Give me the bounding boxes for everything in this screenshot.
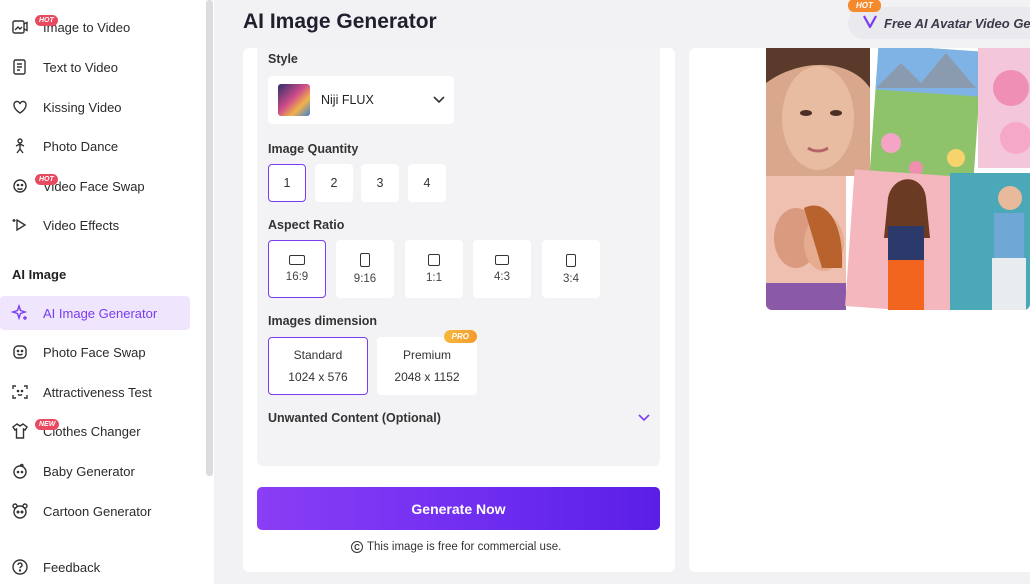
sidebar-item-label: Feedback xyxy=(43,559,101,575)
landscape-ratio-icon xyxy=(495,255,509,265)
style-value: Niji FLUX xyxy=(321,93,374,107)
sidebar-item-label: Kissing Video xyxy=(43,99,122,115)
portrait-ratio-icon xyxy=(360,253,370,267)
sidebar-item-video-effects[interactable]: Video Effects xyxy=(0,208,190,242)
image-video-icon: HOT xyxy=(10,15,58,37)
pro-badge: PRO xyxy=(443,330,477,343)
aspect-option-label: 9:16 xyxy=(353,273,377,285)
quantity-option-3[interactable]: 3 xyxy=(361,164,399,202)
portrait-ratio-icon xyxy=(566,253,576,267)
page-title: AI Image Generator xyxy=(243,10,437,33)
aspect-option-label: 3:4 xyxy=(563,272,579,285)
quantity-option-1[interactable]: 1 xyxy=(268,164,306,202)
dimension-size: 1024 x 576 xyxy=(288,370,348,384)
new-badge: NEW xyxy=(35,419,60,430)
sidebar-item-cartoon-generator[interactable]: Cartoon Generator xyxy=(0,494,190,528)
magic-sparkle-icon xyxy=(10,303,30,323)
dimension-label: Images dimension xyxy=(268,314,378,328)
sidebar-item-attractiveness-test[interactable]: Attractiveness Test xyxy=(0,375,190,409)
sidebar-item-baby-generator[interactable]: Baby Generator xyxy=(0,454,190,488)
aspect-option-16-9[interactable]: 16:9 xyxy=(268,240,326,298)
dimension-option-standard[interactable]: Standard 1024 x 576 xyxy=(268,337,368,395)
question-circle-icon xyxy=(10,557,30,577)
aspect-option-9-16[interactable]: 9:16 xyxy=(336,240,394,298)
sidebar-item-label: Cartoon Generator xyxy=(43,503,152,519)
sidebar-item-clothes-changer[interactable]: NEW Clothes Changer xyxy=(0,414,190,448)
sidebar: HOT Image to Video Text to Video Kissing… xyxy=(0,0,214,584)
generate-now-button[interactable]: Generate Now xyxy=(257,487,660,530)
face-scan-icon xyxy=(10,382,30,402)
sidebar-item-video-face-swap[interactable]: HOT Video Face Swap xyxy=(0,169,190,203)
avatar-logo-icon xyxy=(862,13,878,34)
sidebar-item-label: Text to Video xyxy=(43,59,118,75)
chevron-down-icon xyxy=(424,96,454,104)
aspect-option-1-1[interactable]: 1:1 xyxy=(405,240,463,298)
commercial-use-notice: C This image is free for commercial use. xyxy=(351,541,561,553)
quantity-label: Image Quantity xyxy=(268,142,359,156)
aspect-option-label: 1:1 xyxy=(426,272,442,284)
sample-collage-art xyxy=(766,48,1030,310)
quantity-option-2[interactable]: 2 xyxy=(315,164,353,202)
sidebar-item-label: Photo Face Swap xyxy=(43,344,146,360)
copyright-icon: C xyxy=(351,541,363,553)
dimension-name: Standard xyxy=(293,348,343,362)
unwanted-content-toggle[interactable]: Unwanted Content (Optional) xyxy=(268,405,650,431)
sidebar-item-label: Baby Generator xyxy=(43,463,135,479)
sidebar-item-image-to-video[interactable]: HOT Image to Video xyxy=(0,10,190,44)
sidebar-item-label: Video Face Swap xyxy=(43,178,145,194)
aspect-option-label: 16:9 xyxy=(285,271,309,283)
sidebar-scrollbar[interactable] xyxy=(206,0,213,476)
aspect-ratio-label: Aspect Ratio xyxy=(268,218,345,232)
sidebar-item-label: AI Image Generator xyxy=(43,305,158,321)
sidebar-item-label: Attractiveness Test xyxy=(43,384,152,400)
hot-badge: HOT xyxy=(35,15,58,26)
face-swap-icon: HOT xyxy=(10,174,58,196)
cartoon-face-icon xyxy=(10,501,30,521)
aspect-option-label: 4:3 xyxy=(494,271,510,283)
shirt-icon: NEW xyxy=(10,419,60,441)
style-thumbnail xyxy=(278,84,310,116)
baby-icon xyxy=(10,461,30,481)
aspect-option-4-3[interactable]: 4:3 xyxy=(473,240,531,298)
sidebar-item-ai-image-generator[interactable]: AI Image Generator xyxy=(0,296,190,330)
text-document-icon xyxy=(10,57,30,77)
promo-text: Free AI Avatar Video Ge xyxy=(884,15,1030,31)
face-icon xyxy=(10,342,30,362)
style-label: Style xyxy=(268,52,298,66)
sidebar-item-text-to-video[interactable]: Text to Video xyxy=(0,50,190,84)
sidebar-item-photo-face-swap[interactable]: Photo Face Swap xyxy=(0,335,190,369)
aspect-option-3-4[interactable]: 3:4 xyxy=(542,240,600,298)
section-title-ai-image: AI Image xyxy=(12,267,67,282)
dimension-name: Premium xyxy=(402,348,451,362)
sidebar-item-feedback[interactable]: Feedback xyxy=(0,550,190,584)
style-select[interactable]: Niji FLUX xyxy=(268,76,454,124)
dimension-size: 2048 x 1152 xyxy=(394,370,460,384)
dance-icon xyxy=(10,136,30,156)
chevron-down-icon xyxy=(638,409,650,427)
sidebar-item-kissing-video[interactable]: Kissing Video xyxy=(0,90,190,124)
dimension-option-premium[interactable]: PRO Premium 2048 x 1152 xyxy=(377,330,477,395)
landscape-ratio-icon xyxy=(289,255,305,265)
sidebar-item-label: Video Effects xyxy=(43,217,120,233)
square-ratio-icon xyxy=(428,254,440,266)
hot-badge: HOT xyxy=(35,174,58,185)
hearts-icon xyxy=(10,97,30,117)
promo-banner[interactable]: HOT Free AI Avatar Video Ge xyxy=(848,0,1030,39)
sidebar-item-photo-dance[interactable]: Photo Dance xyxy=(0,129,190,163)
sample-images-collage xyxy=(766,48,1030,310)
promo-hot-badge: HOT xyxy=(848,0,881,12)
commercial-use-text: This image is free for commercial use. xyxy=(367,541,562,553)
sparkle-play-icon xyxy=(10,215,30,235)
quantity-option-4[interactable]: 4 xyxy=(408,164,446,202)
unwanted-content-label: Unwanted Content (Optional) xyxy=(268,411,441,425)
sidebar-item-label: Photo Dance xyxy=(43,138,119,154)
